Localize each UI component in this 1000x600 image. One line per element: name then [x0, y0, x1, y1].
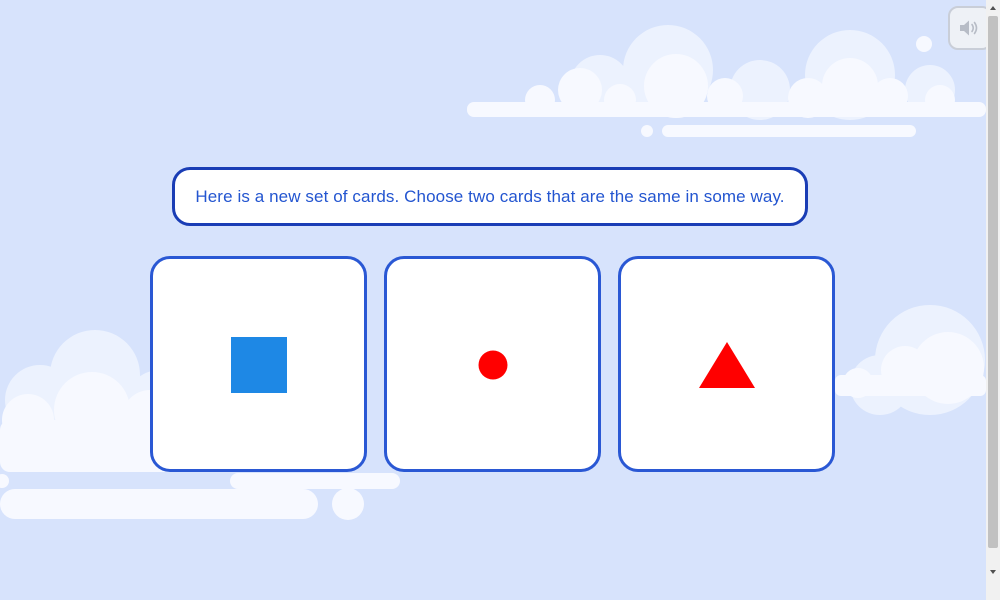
instruction-box: Here is a new set of cards. Choose two c… [172, 167, 808, 226]
circle-shape [478, 350, 508, 380]
speaker-icon [960, 20, 978, 36]
triangle-shape [699, 342, 755, 388]
scroll-up-arrow-icon[interactable] [986, 1, 1000, 15]
card-circle[interactable] [384, 256, 601, 472]
instruction-text: Here is a new set of cards. Choose two c… [195, 186, 785, 206]
scroll-down-arrow-icon[interactable] [986, 565, 1000, 579]
activity-screen: Here is a new set of cards. Choose two c… [0, 0, 986, 600]
vertical-scrollbar[interactable] [986, 0, 1000, 600]
card-triangle[interactable] [618, 256, 835, 472]
card-square[interactable] [150, 256, 367, 472]
scroll-thumb[interactable] [988, 16, 998, 548]
square-shape [231, 337, 287, 393]
